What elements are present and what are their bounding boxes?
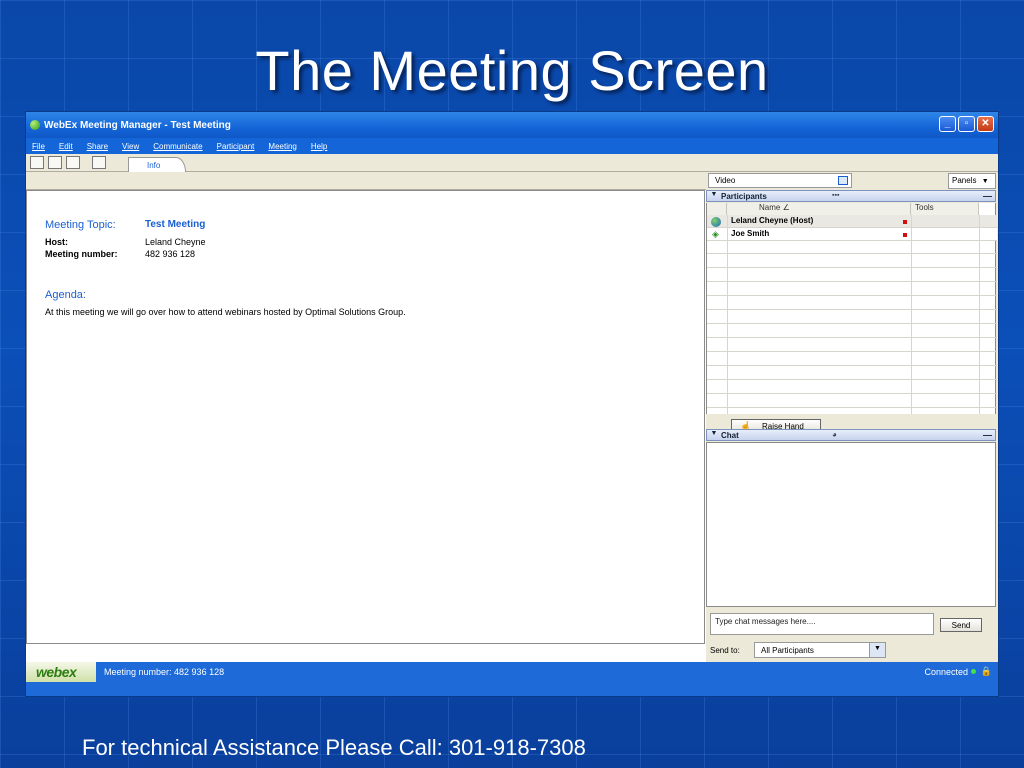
menu-help[interactable]: Help: [311, 142, 327, 151]
document-icon[interactable]: [30, 156, 44, 169]
minimize-button[interactable]: _: [939, 116, 956, 132]
send-to-value: All Participants: [761, 646, 814, 655]
status-indicator-icon: [903, 220, 907, 224]
empty-row: [707, 269, 997, 282]
empty-row: [707, 325, 997, 338]
webex-logo-icon: [30, 120, 40, 130]
menu-meeting[interactable]: Meeting: [268, 142, 296, 151]
menu-bar: File Edit Share View Communicate Partici…: [26, 138, 998, 154]
empty-row: [707, 297, 997, 310]
empty-row: [707, 339, 997, 352]
empty-row: [707, 241, 997, 254]
agenda-text: At this meeting we will go over how to a…: [45, 307, 406, 317]
slide-title: The Meeting Screen: [255, 39, 769, 102]
tab-info[interactable]: Info: [128, 157, 186, 172]
title-bar: WebEx Meeting Manager - Test Meeting _ ▫…: [26, 112, 998, 138]
chat-title: Chat: [721, 430, 739, 440]
bottom-strip: [26, 682, 998, 696]
empty-row: [707, 255, 997, 268]
menu-participant[interactable]: Participant: [217, 142, 255, 151]
close-button[interactable]: ✕: [977, 116, 994, 132]
lock-icon: 🔒: [980, 666, 992, 676]
window-icon[interactable]: [48, 156, 62, 169]
right-panel: Video Panels ▼ ▼ Participants ▪▪▪ — Name…: [706, 172, 998, 662]
info-panel: Meeting Topic: Test Meeting Host: Leland…: [26, 190, 705, 644]
screen-icon[interactable]: [66, 156, 80, 169]
minimize-panel-icon[interactable]: —: [983, 430, 992, 440]
minimize-panel-icon[interactable]: —: [983, 191, 992, 201]
webex-brand-logo: webex: [26, 662, 96, 682]
menu-share[interactable]: Share: [87, 142, 108, 151]
connection-status: Connected: [924, 667, 968, 677]
collapse-arrow-icon[interactable]: ▼: [707, 430, 721, 440]
footer-note: For technical Assistance Please Call: 30…: [82, 735, 586, 760]
collapse-arrow-icon[interactable]: ▼: [707, 191, 721, 201]
host-label: Host:: [45, 237, 68, 247]
diamond-icon: ◈: [712, 229, 719, 239]
empty-row: [707, 367, 997, 380]
video-grid-icon[interactable]: [838, 176, 848, 185]
column-divider: [979, 215, 980, 414]
video-label: Video: [715, 176, 736, 185]
panels-button[interactable]: Panels ▼: [948, 173, 996, 189]
send-to-select[interactable]: All Participants ▼: [754, 642, 886, 658]
participant-row[interactable]: Leland Cheyne (Host): [707, 215, 997, 228]
participants-header[interactable]: ▼ Participants ▪▪▪ —: [706, 190, 996, 202]
restore-button[interactable]: ▫: [958, 116, 975, 132]
window-title: WebEx Meeting Manager - Test Meeting: [44, 119, 231, 131]
chat-history[interactable]: [706, 442, 996, 607]
meeting-number-value: 482 936 128: [145, 249, 196, 259]
status-bar: webex Meeting number: 482 936 128 Connec…: [26, 662, 998, 682]
content-strip: [26, 172, 706, 190]
panels-label: Panels: [952, 176, 977, 185]
edit-icon[interactable]: [92, 156, 106, 169]
chat-input[interactable]: Type chat messages here....: [710, 613, 934, 635]
video-selector[interactable]: Video: [708, 173, 852, 188]
send-to-label: Send to:: [710, 646, 740, 655]
send-button[interactable]: Send: [940, 618, 982, 632]
globe-icon: [711, 217, 721, 227]
empty-row: [707, 381, 997, 394]
sort-icon: ∠: [782, 203, 790, 212]
status-meeting-number: Meeting number: 482 936 128: [104, 667, 225, 677]
empty-row: [707, 395, 997, 408]
chat-header[interactable]: ▼ Chat ◕ —: [706, 429, 996, 441]
toolbar: Info: [26, 154, 998, 172]
host-value: Leland Cheyne: [145, 237, 206, 247]
webex-window: WebEx Meeting Manager - Test Meeting _ ▫…: [25, 111, 999, 697]
chevron-down-icon: ▼: [981, 178, 989, 185]
video-row: Video Panels ▼: [706, 172, 998, 190]
empty-row: [707, 311, 997, 324]
menu-view[interactable]: View: [122, 142, 139, 151]
column-divider: [911, 215, 912, 414]
col-name-header[interactable]: Name ∠: [727, 203, 911, 215]
participant-name: Leland Cheyne (Host): [731, 216, 814, 225]
chevron-down-icon[interactable]: ▼: [869, 643, 885, 657]
col-tools-header[interactable]: Tools: [911, 203, 979, 215]
participants-list: Name ∠ Tools Leland Cheyne (Host) ◈ Joe …: [706, 203, 997, 414]
menu-communicate[interactable]: Communicate: [153, 142, 202, 151]
meeting-topic-value: Test Meeting: [145, 219, 206, 230]
col-status-header: [707, 203, 727, 215]
participant-row[interactable]: ◈ Joe Smith: [707, 228, 997, 241]
col-tools-label: Tools: [915, 203, 934, 212]
participant-name: Joe Smith: [731, 229, 770, 238]
meeting-number-label: Meeting number:: [45, 249, 118, 259]
empty-row: [707, 283, 997, 296]
agenda-label: Agenda:: [45, 289, 86, 301]
participants-title: Participants: [721, 191, 767, 201]
menu-edit[interactable]: Edit: [59, 142, 73, 151]
empty-row: [707, 353, 997, 366]
status-indicator-icon: [903, 233, 907, 237]
connection-dot-icon: [971, 669, 976, 674]
column-divider: [727, 215, 728, 414]
menu-file[interactable]: File: [32, 142, 45, 151]
participants-icon: ▪▪▪: [832, 192, 840, 199]
chat-bubble-icon: ◕: [832, 430, 837, 439]
meeting-topic-label: Meeting Topic:: [45, 219, 116, 231]
col-name-label: Name: [759, 203, 781, 212]
chat-placeholder: Type chat messages here....: [715, 617, 816, 626]
